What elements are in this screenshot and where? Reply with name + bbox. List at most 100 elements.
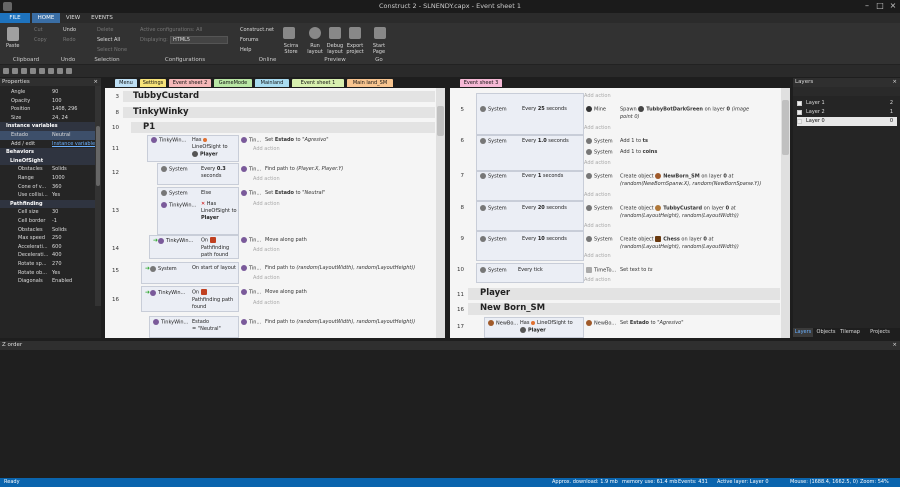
action-row[interactable]: Tin...	[241, 137, 261, 144]
property-row[interactable]: Range 1000	[0, 174, 101, 183]
action-text[interactable]: Create object TubbyCustard on layer 0 at…	[620, 205, 775, 220]
maximize-button[interactable]: □	[875, 1, 885, 11]
property-category[interactable]: LineOfSight	[0, 156, 101, 166]
action-text[interactable]: Find path to (Player.X, Player.Y)	[265, 166, 343, 172]
layer-row[interactable]: Layer 12	[797, 99, 897, 108]
tab-events[interactable]: EVENTS	[88, 13, 116, 23]
action-text[interactable]: Find path to (random(LayoutWidth), rando…	[265, 265, 415, 271]
tab-main-land-sm[interactable]: Main land_SM	[347, 79, 393, 87]
redo-button[interactable]: Redo	[63, 37, 76, 43]
tab-event-sheet-1[interactable]: Event sheet 1	[292, 79, 344, 87]
action-text[interactable]: Set Estado to "Neutral"	[265, 190, 325, 196]
property-value[interactable]: Yes	[52, 269, 60, 278]
property-value[interactable]: 250	[52, 234, 62, 243]
property-row[interactable]: Decelerati... 400	[0, 251, 101, 260]
select-all-button[interactable]: Select All	[97, 37, 120, 43]
scirra-store-button[interactable]: Scirra Store	[283, 43, 299, 55]
tab-projects[interactable]: Projects	[865, 328, 895, 337]
add-action-link[interactable]: Add action	[584, 93, 611, 99]
property-row[interactable]: Size 24, 24	[0, 114, 101, 123]
toolbar-icon[interactable]	[48, 68, 54, 74]
action-row[interactable]: System	[586, 138, 613, 145]
property-category[interactable]: Instance variables	[0, 122, 101, 131]
action-text[interactable]: Find path to (random(LayoutWidth), rando…	[265, 319, 415, 325]
property-row[interactable]: Use collisi... Yes	[0, 191, 101, 200]
action-text[interactable]: Add 1 to ts	[620, 138, 648, 144]
construct-net-link[interactable]: Construct.net	[240, 27, 274, 33]
tab-home[interactable]: HOME	[32, 13, 60, 23]
export-project-button[interactable]: Export project	[345, 43, 365, 55]
action-text[interactable]: Create object Chess on layer 0 at (rando…	[620, 236, 775, 251]
action-text[interactable]: Create object NewBorn_SM on layer 0 at (…	[620, 173, 775, 188]
add-action-link[interactable]: Add action	[253, 146, 280, 152]
close-icon[interactable]: ×	[892, 341, 897, 350]
add-action-link[interactable]: Add action	[253, 300, 280, 306]
layer-visible-checkbox[interactable]	[797, 118, 802, 124]
property-row[interactable]: Obstacles Solids	[0, 226, 101, 235]
action-text[interactable]: Move along path	[265, 289, 307, 295]
forums-link[interactable]: Forums	[240, 37, 258, 43]
property-value[interactable]: Enabled	[52, 277, 72, 286]
toolbar-icon[interactable]	[30, 68, 36, 74]
add-action-link[interactable]: Add action	[584, 223, 611, 229]
property-value[interactable]: 600	[52, 243, 62, 252]
property-row[interactable]: Estado Neutral	[0, 131, 101, 140]
action-row[interactable]: TimeTo...	[586, 267, 616, 274]
group-header[interactable]	[468, 288, 780, 300]
action-row[interactable]: Tin...	[241, 319, 261, 326]
add-action-link[interactable]: Add action	[584, 125, 611, 131]
toolbar-icon[interactable]	[12, 68, 18, 74]
right-sheet-scroll-thumb[interactable]	[782, 100, 789, 155]
property-category[interactable]: Pathfinding	[0, 199, 101, 209]
tab-settings[interactable]: Settings	[140, 79, 166, 87]
property-row[interactable]: Diagonals Enabled	[0, 277, 101, 286]
delete-button[interactable]: Delete	[97, 27, 113, 33]
action-text[interactable]: Spawn TubbyBotDarkGreen on layer 0 (imag…	[620, 106, 750, 121]
add-action-link[interactable]: Add action	[584, 160, 611, 166]
action-row[interactable]: Tin...	[241, 190, 261, 197]
add-action-link[interactable]: Add action	[584, 192, 611, 198]
help-link[interactable]: Help	[240, 47, 251, 53]
copy-button[interactable]: Copy	[34, 37, 47, 43]
toolbar-icon[interactable]	[21, 68, 27, 74]
action-row[interactable]: System	[586, 236, 613, 243]
property-value[interactable]: Neutral	[52, 131, 70, 140]
toolbar-icon[interactable]	[66, 68, 72, 74]
tab-objects[interactable]: Objects	[815, 328, 837, 337]
action-row[interactable]: Tin...	[241, 289, 261, 296]
property-value[interactable]: 30	[52, 208, 58, 217]
property-value[interactable]: Yes	[52, 191, 60, 200]
tab-mainland[interactable]: Mainland	[255, 79, 289, 87]
action-row[interactable]: Tin...	[241, 265, 261, 272]
layer-row[interactable]: Layer 21	[797, 108, 897, 117]
displaying-select[interactable]: HTML5	[170, 36, 228, 44]
start-page-button[interactable]: Start Page	[371, 43, 387, 55]
property-value[interactable]: 360	[52, 183, 62, 192]
action-text[interactable]: Set Estado to "Agresivo"	[620, 320, 684, 326]
tab-event-sheet-3[interactable]: Event sheet 3	[460, 79, 502, 87]
property-category[interactable]: Behaviors	[0, 148, 101, 157]
close-button[interactable]: ×	[888, 1, 898, 11]
action-row[interactable]: Mine	[586, 106, 606, 113]
property-row[interactable]: Rotate ob... Yes	[0, 269, 101, 278]
property-value[interactable]: 400	[52, 251, 62, 260]
action-row[interactable]: Tin...	[241, 237, 261, 244]
property-value[interactable]: -1	[52, 217, 57, 226]
add-action-link[interactable]: Add action	[584, 253, 611, 259]
add-action-link[interactable]: Add action	[253, 247, 280, 253]
property-value[interactable]: Solids	[52, 226, 67, 235]
tab-file[interactable]: FILE	[0, 13, 30, 23]
property-link[interactable]: Instance variables	[52, 140, 98, 149]
left-sheet-scroll-thumb[interactable]	[437, 106, 444, 136]
property-row[interactable]: Rotate sp... 270	[0, 260, 101, 269]
property-value[interactable]: 90	[52, 88, 58, 97]
property-value[interactable]: 24, 24	[52, 114, 68, 123]
action-row[interactable]: System	[586, 149, 613, 156]
tab-menu[interactable]: Menu	[115, 79, 137, 87]
close-icon[interactable]: ×	[892, 78, 897, 87]
condition-block[interactable]	[476, 93, 584, 135]
property-value[interactable]: 270	[52, 260, 62, 269]
cut-button[interactable]: Cut	[34, 27, 43, 33]
toolbar-icon[interactable]	[57, 68, 63, 74]
select-none-button[interactable]: Select None	[97, 47, 127, 53]
